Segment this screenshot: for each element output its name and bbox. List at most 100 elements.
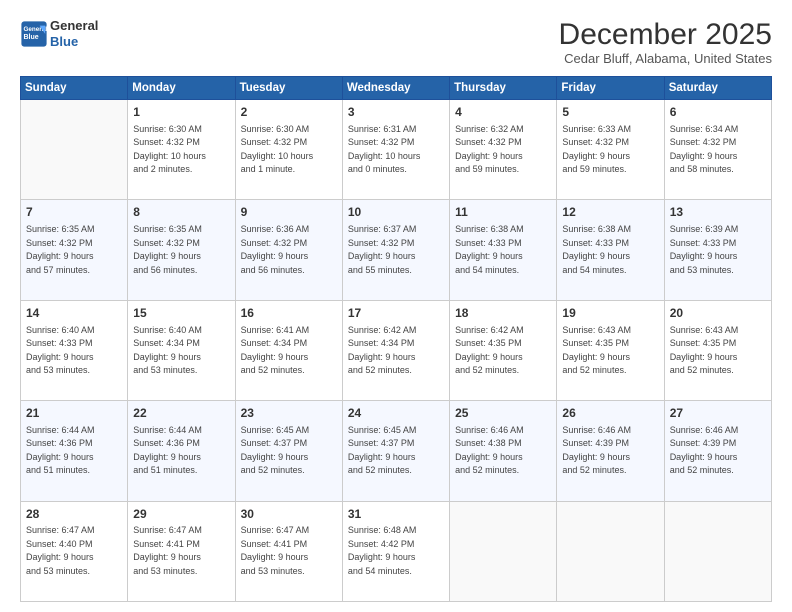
calendar-cell: 30Sunrise: 6:47 AM Sunset: 4:41 PM Dayli… — [235, 501, 342, 601]
calendar-cell: 16Sunrise: 6:41 AM Sunset: 4:34 PM Dayli… — [235, 300, 342, 400]
day-number: 9 — [241, 204, 337, 221]
day-number: 31 — [348, 506, 444, 523]
calendar-cell: 2 Sunrise: 6:30 AM Sunset: 4:32 PM Daylig… — [235, 100, 342, 200]
day-info: Sunrise: 6:38 AM Sunset: 4:33 PM Dayligh… — [562, 223, 658, 277]
calendar-cell: 13 Sunrise: 6:39 AM Sunset: 4:33 PM Dayli… — [664, 200, 771, 300]
weekday-header-sunday: Sunday — [21, 77, 128, 100]
day-info: Sunrise: 6:46 AM Sunset: 4:39 PM Dayligh… — [562, 424, 658, 478]
day-info: Sunrise: 6:40 AM Sunset: 4:33 PM Dayligh… — [26, 324, 122, 378]
calendar-cell: 24 Sunrise: 6:45 AM Sunset: 4:37 PM Dayli… — [342, 401, 449, 501]
day-number: 5 — [562, 104, 658, 121]
day-info: Sunrise: 6:32 AM Sunset: 4:32 PM Dayligh… — [455, 123, 551, 177]
day-info: Sunrise: 6:42 AM Sunset: 4:34 PM Dayligh… — [348, 324, 444, 378]
calendar-cell: 27 Sunrise: 6:46 AM Sunset: 4:39 PM Dayli… — [664, 401, 771, 501]
page: General Blue General Blue December 2025 … — [0, 0, 792, 612]
day-info: Sunrise: 6:47 AM Sunset: 4:41 PM Dayligh… — [133, 524, 229, 578]
day-number: 7 — [26, 204, 122, 221]
day-number: 14 — [26, 305, 122, 322]
day-info: Sunrise: 6:33 AM Sunset: 4:32 PM Dayligh… — [562, 123, 658, 177]
calendar-cell: 14 Sunrise: 6:40 AM Sunset: 4:33 PM Dayli… — [21, 300, 128, 400]
calendar-cell: 22 Sunrise: 6:44 AM Sunset: 4:36 PM Dayli… — [128, 401, 235, 501]
calendar-cell: 17 Sunrise: 6:42 AM Sunset: 4:34 PM Dayli… — [342, 300, 449, 400]
calendar-cell: 25Sunrise: 6:46 AM Sunset: 4:38 PM Dayli… — [450, 401, 557, 501]
day-number: 30 — [241, 506, 337, 523]
weekday-row: SundayMondayTuesdayWednesdayThursdayFrid… — [21, 77, 772, 100]
calendar-cell: 1Sunrise: 6:30 AM Sunset: 4:32 PM Daylig… — [128, 100, 235, 200]
calendar-cell: 7 Sunrise: 6:35 AM Sunset: 4:32 PM Daylig… — [21, 200, 128, 300]
calendar-cell — [557, 501, 664, 601]
logo-text: General Blue — [50, 18, 98, 49]
day-info: Sunrise: 6:30 AM Sunset: 4:32 PM Dayligh… — [133, 123, 229, 177]
calendar-week-2: 14 Sunrise: 6:40 AM Sunset: 4:33 PM Dayli… — [21, 300, 772, 400]
calendar-cell: 29Sunrise: 6:47 AM Sunset: 4:41 PM Dayli… — [128, 501, 235, 601]
calendar-week-1: 7 Sunrise: 6:35 AM Sunset: 4:32 PM Daylig… — [21, 200, 772, 300]
month-title: December 2025 — [559, 18, 772, 51]
calendar: SundayMondayTuesdayWednesdayThursdayFrid… — [20, 76, 772, 602]
day-number: 24 — [348, 405, 444, 422]
logo-icon: General Blue — [20, 20, 48, 48]
day-number: 17 — [348, 305, 444, 322]
day-number: 11 — [455, 204, 551, 221]
day-number: 15 — [133, 305, 229, 322]
calendar-cell: 4Sunrise: 6:32 AM Sunset: 4:32 PM Daylig… — [450, 100, 557, 200]
day-info: Sunrise: 6:44 AM Sunset: 4:36 PM Dayligh… — [133, 424, 229, 478]
calendar-cell: 6 Sunrise: 6:34 AM Sunset: 4:32 PM Daylig… — [664, 100, 771, 200]
day-number: 21 — [26, 405, 122, 422]
calendar-cell: 18 Sunrise: 6:42 AM Sunset: 4:35 PM Dayli… — [450, 300, 557, 400]
day-number: 3 — [348, 104, 444, 121]
calendar-cell — [450, 501, 557, 601]
day-number: 6 — [670, 104, 766, 121]
day-number: 23 — [241, 405, 337, 422]
calendar-cell: 23 Sunrise: 6:45 AM Sunset: 4:37 PM Dayli… — [235, 401, 342, 501]
calendar-body: 1Sunrise: 6:30 AM Sunset: 4:32 PM Daylig… — [21, 100, 772, 602]
day-number: 27 — [670, 405, 766, 422]
logo-line2: Blue — [50, 34, 78, 49]
weekday-header-saturday: Saturday — [664, 77, 771, 100]
day-number: 18 — [455, 305, 551, 322]
day-info: Sunrise: 6:43 AM Sunset: 4:35 PM Dayligh… — [562, 324, 658, 378]
day-number: 10 — [348, 204, 444, 221]
day-info: Sunrise: 6:42 AM Sunset: 4:35 PM Dayligh… — [455, 324, 551, 378]
weekday-header-wednesday: Wednesday — [342, 77, 449, 100]
calendar-cell: 3 Sunrise: 6:31 AM Sunset: 4:32 PM Daylig… — [342, 100, 449, 200]
calendar-cell: 31Sunrise: 6:48 AM Sunset: 4:42 PM Dayli… — [342, 501, 449, 601]
calendar-cell: 11Sunrise: 6:38 AM Sunset: 4:33 PM Dayli… — [450, 200, 557, 300]
day-number: 20 — [670, 305, 766, 322]
calendar-header: SundayMondayTuesdayWednesdayThursdayFrid… — [21, 77, 772, 100]
title-section: December 2025 Cedar Bluff, Alabama, Unit… — [559, 18, 772, 66]
day-number: 2 — [241, 104, 337, 121]
day-info: Sunrise: 6:30 AM Sunset: 4:32 PM Dayligh… — [241, 123, 337, 177]
day-info: Sunrise: 6:45 AM Sunset: 4:37 PM Dayligh… — [348, 424, 444, 478]
day-number: 19 — [562, 305, 658, 322]
day-info: Sunrise: 6:46 AM Sunset: 4:39 PM Dayligh… — [670, 424, 766, 478]
day-info: Sunrise: 6:44 AM Sunset: 4:36 PM Dayligh… — [26, 424, 122, 478]
calendar-cell: 9 Sunrise: 6:36 AM Sunset: 4:32 PM Daylig… — [235, 200, 342, 300]
logo-line1: General — [50, 18, 98, 33]
day-info: Sunrise: 6:41 AM Sunset: 4:34 PM Dayligh… — [241, 324, 337, 378]
calendar-week-3: 21 Sunrise: 6:44 AM Sunset: 4:36 PM Dayli… — [21, 401, 772, 501]
day-info: Sunrise: 6:35 AM Sunset: 4:32 PM Dayligh… — [133, 223, 229, 277]
day-info: Sunrise: 6:45 AM Sunset: 4:37 PM Dayligh… — [241, 424, 337, 478]
day-info: Sunrise: 6:34 AM Sunset: 4:32 PM Dayligh… — [670, 123, 766, 177]
day-info: Sunrise: 6:47 AM Sunset: 4:40 PM Dayligh… — [26, 524, 122, 578]
day-number: 13 — [670, 204, 766, 221]
calendar-cell: 20Sunrise: 6:43 AM Sunset: 4:35 PM Dayli… — [664, 300, 771, 400]
location: Cedar Bluff, Alabama, United States — [559, 51, 772, 66]
day-info: Sunrise: 6:39 AM Sunset: 4:33 PM Dayligh… — [670, 223, 766, 277]
day-info: Sunrise: 6:40 AM Sunset: 4:34 PM Dayligh… — [133, 324, 229, 378]
weekday-header-monday: Monday — [128, 77, 235, 100]
day-info: Sunrise: 6:35 AM Sunset: 4:32 PM Dayligh… — [26, 223, 122, 277]
day-info: Sunrise: 6:31 AM Sunset: 4:32 PM Dayligh… — [348, 123, 444, 177]
calendar-week-0: 1Sunrise: 6:30 AM Sunset: 4:32 PM Daylig… — [21, 100, 772, 200]
weekday-header-tuesday: Tuesday — [235, 77, 342, 100]
calendar-cell — [21, 100, 128, 200]
calendar-cell: 19 Sunrise: 6:43 AM Sunset: 4:35 PM Dayli… — [557, 300, 664, 400]
day-number: 22 — [133, 405, 229, 422]
day-number: 26 — [562, 405, 658, 422]
calendar-cell: 8 Sunrise: 6:35 AM Sunset: 4:32 PM Daylig… — [128, 200, 235, 300]
day-info: Sunrise: 6:37 AM Sunset: 4:32 PM Dayligh… — [348, 223, 444, 277]
header: General Blue General Blue December 2025 … — [20, 18, 772, 66]
day-number: 8 — [133, 204, 229, 221]
day-info: Sunrise: 6:36 AM Sunset: 4:32 PM Dayligh… — [241, 223, 337, 277]
calendar-cell: 10 Sunrise: 6:37 AM Sunset: 4:32 PM Dayli… — [342, 200, 449, 300]
